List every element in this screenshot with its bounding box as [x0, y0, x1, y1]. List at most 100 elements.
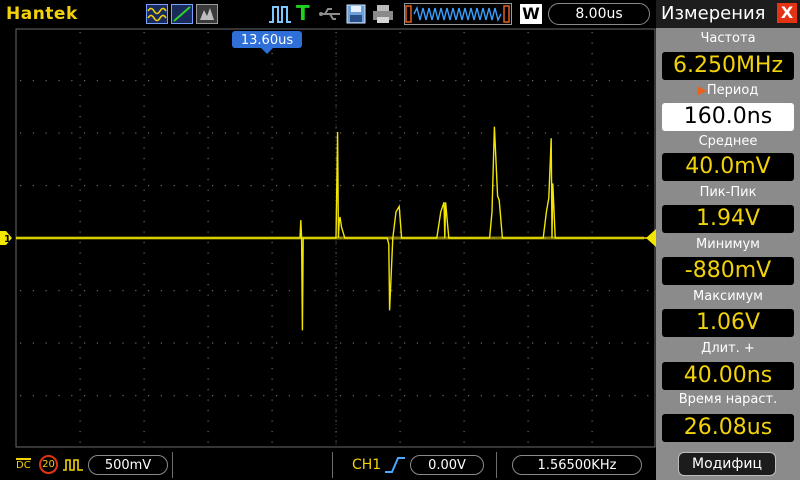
grid-dot: [591, 168, 593, 170]
grid-dot: [271, 63, 273, 65]
grid-dot: [463, 420, 465, 422]
trigger-edge-rising-icon[interactable]: [384, 455, 406, 475]
measurement-value-frequency[interactable]: 6.250MHz: [662, 52, 794, 80]
grid-dot: [399, 63, 401, 65]
measurement-label-min: Минимум: [696, 237, 760, 252]
grid-dot: [79, 189, 81, 191]
grid-dot: [301, 395, 303, 397]
grid-dot: [79, 84, 81, 86]
grid-dot: [463, 189, 465, 191]
grid-dot: [399, 242, 401, 244]
grid-dot: [591, 294, 593, 296]
grid-dot: [79, 368, 81, 370]
grid-dot: [527, 305, 529, 307]
grid-dot: [455, 290, 457, 292]
scope-display[interactable]: 1 13.60us: [0, 28, 656, 448]
time-per-div[interactable]: 8.00us: [548, 3, 650, 25]
print-icon[interactable]: [372, 4, 394, 24]
grid-dot: [591, 53, 593, 55]
grid-dot: [58, 290, 60, 292]
grid-dot: [79, 116, 81, 118]
grid-dot: [527, 252, 529, 254]
grid-dot: [207, 368, 209, 370]
grid-dot: [143, 126, 145, 128]
grid-dot: [207, 53, 209, 55]
grid-dot: [237, 132, 239, 134]
grid-dot: [455, 185, 457, 187]
grid-dot: [399, 378, 401, 380]
grid-dot: [527, 200, 529, 202]
grid-dot: [463, 95, 465, 97]
wave-mode-icon[interactable]: [146, 4, 168, 24]
measurement-label-pk-pk: Пик-Пик: [699, 185, 757, 200]
grid-dot: [596, 290, 598, 292]
grid-dot: [399, 189, 401, 191]
close-icon[interactable]: X: [777, 3, 797, 23]
grid-dot: [583, 132, 585, 134]
grid-dot: [591, 326, 593, 328]
grid-dot: [404, 80, 406, 82]
grid-dot: [591, 263, 593, 265]
acquire-mode-letter[interactable]: W: [520, 4, 542, 24]
trigger-source[interactable]: CH1: [352, 457, 381, 473]
grid-dot: [250, 80, 252, 82]
grid-dot: [463, 158, 465, 160]
grid-dot: [527, 399, 529, 401]
grid-dot: [591, 368, 593, 370]
grid-dot: [527, 336, 529, 338]
grid-dot: [263, 80, 265, 82]
grid-dot: [378, 185, 380, 187]
measurement-value-min[interactable]: -880mV: [662, 257, 794, 285]
grid-dot: [399, 347, 401, 349]
grid-dot: [455, 342, 457, 344]
grid-dot: [79, 105, 81, 107]
grid-dot: [288, 80, 290, 82]
grid-dot: [591, 389, 593, 391]
usb-icon: [319, 8, 340, 20]
grid-dot: [271, 410, 273, 412]
grid-dot: [399, 326, 401, 328]
save-icon[interactable]: [346, 4, 366, 24]
grid-dot: [399, 84, 401, 86]
bandwidth-limit-icon[interactable]: 20: [39, 455, 58, 474]
grid-dot: [399, 200, 401, 202]
grid-dot: [399, 273, 401, 275]
grid-dot: [506, 132, 508, 134]
grid-dot: [527, 284, 529, 286]
grid-dot: [493, 290, 495, 292]
grid-dot: [143, 147, 145, 149]
grid-dot: [442, 290, 444, 292]
grid-dot: [79, 410, 81, 412]
grid-dot: [143, 378, 145, 380]
grid-dot: [583, 290, 585, 292]
grid-dot: [527, 42, 529, 44]
channel-volts-div[interactable]: 500mV: [88, 455, 168, 475]
trigger-level-marker[interactable]: [646, 229, 656, 247]
grid-dot: [271, 147, 273, 149]
modify-button[interactable]: Модифиц: [678, 452, 776, 476]
trigger-level[interactable]: 0.00V: [410, 455, 484, 475]
measurement-value-max[interactable]: 1.06V: [662, 309, 794, 337]
grid-dot: [429, 395, 431, 397]
grid-dot: [557, 395, 559, 397]
grid-dot: [399, 179, 401, 181]
grid-dot: [96, 185, 98, 187]
trigger-position-marker[interactable]: 13.60us: [232, 31, 302, 54]
grid-dot: [148, 342, 150, 344]
measurement-value-period[interactable]: 160.0ns: [662, 103, 794, 131]
measurement-value-pk-pk[interactable]: 1.94V: [662, 205, 794, 233]
grid-dot: [224, 290, 226, 292]
measurement-value-rise-time[interactable]: 26.08us: [662, 414, 794, 442]
grid-dot: [84, 80, 86, 82]
persist-icon[interactable]: [196, 4, 218, 24]
measurement-value-pos-width[interactable]: 40.00ns: [662, 362, 794, 390]
bottom-divider: [172, 452, 173, 478]
grid-dot: [544, 132, 546, 134]
line-mode-icon[interactable]: [171, 4, 193, 24]
measurement-value-mean[interactable]: 40.0mV: [662, 153, 794, 181]
grid-dot: [143, 42, 145, 44]
grid-dot: [399, 95, 401, 97]
grid-dot: [365, 290, 367, 292]
grid-dot: [468, 132, 470, 134]
channel-1-marker[interactable]: 1: [0, 231, 12, 245]
